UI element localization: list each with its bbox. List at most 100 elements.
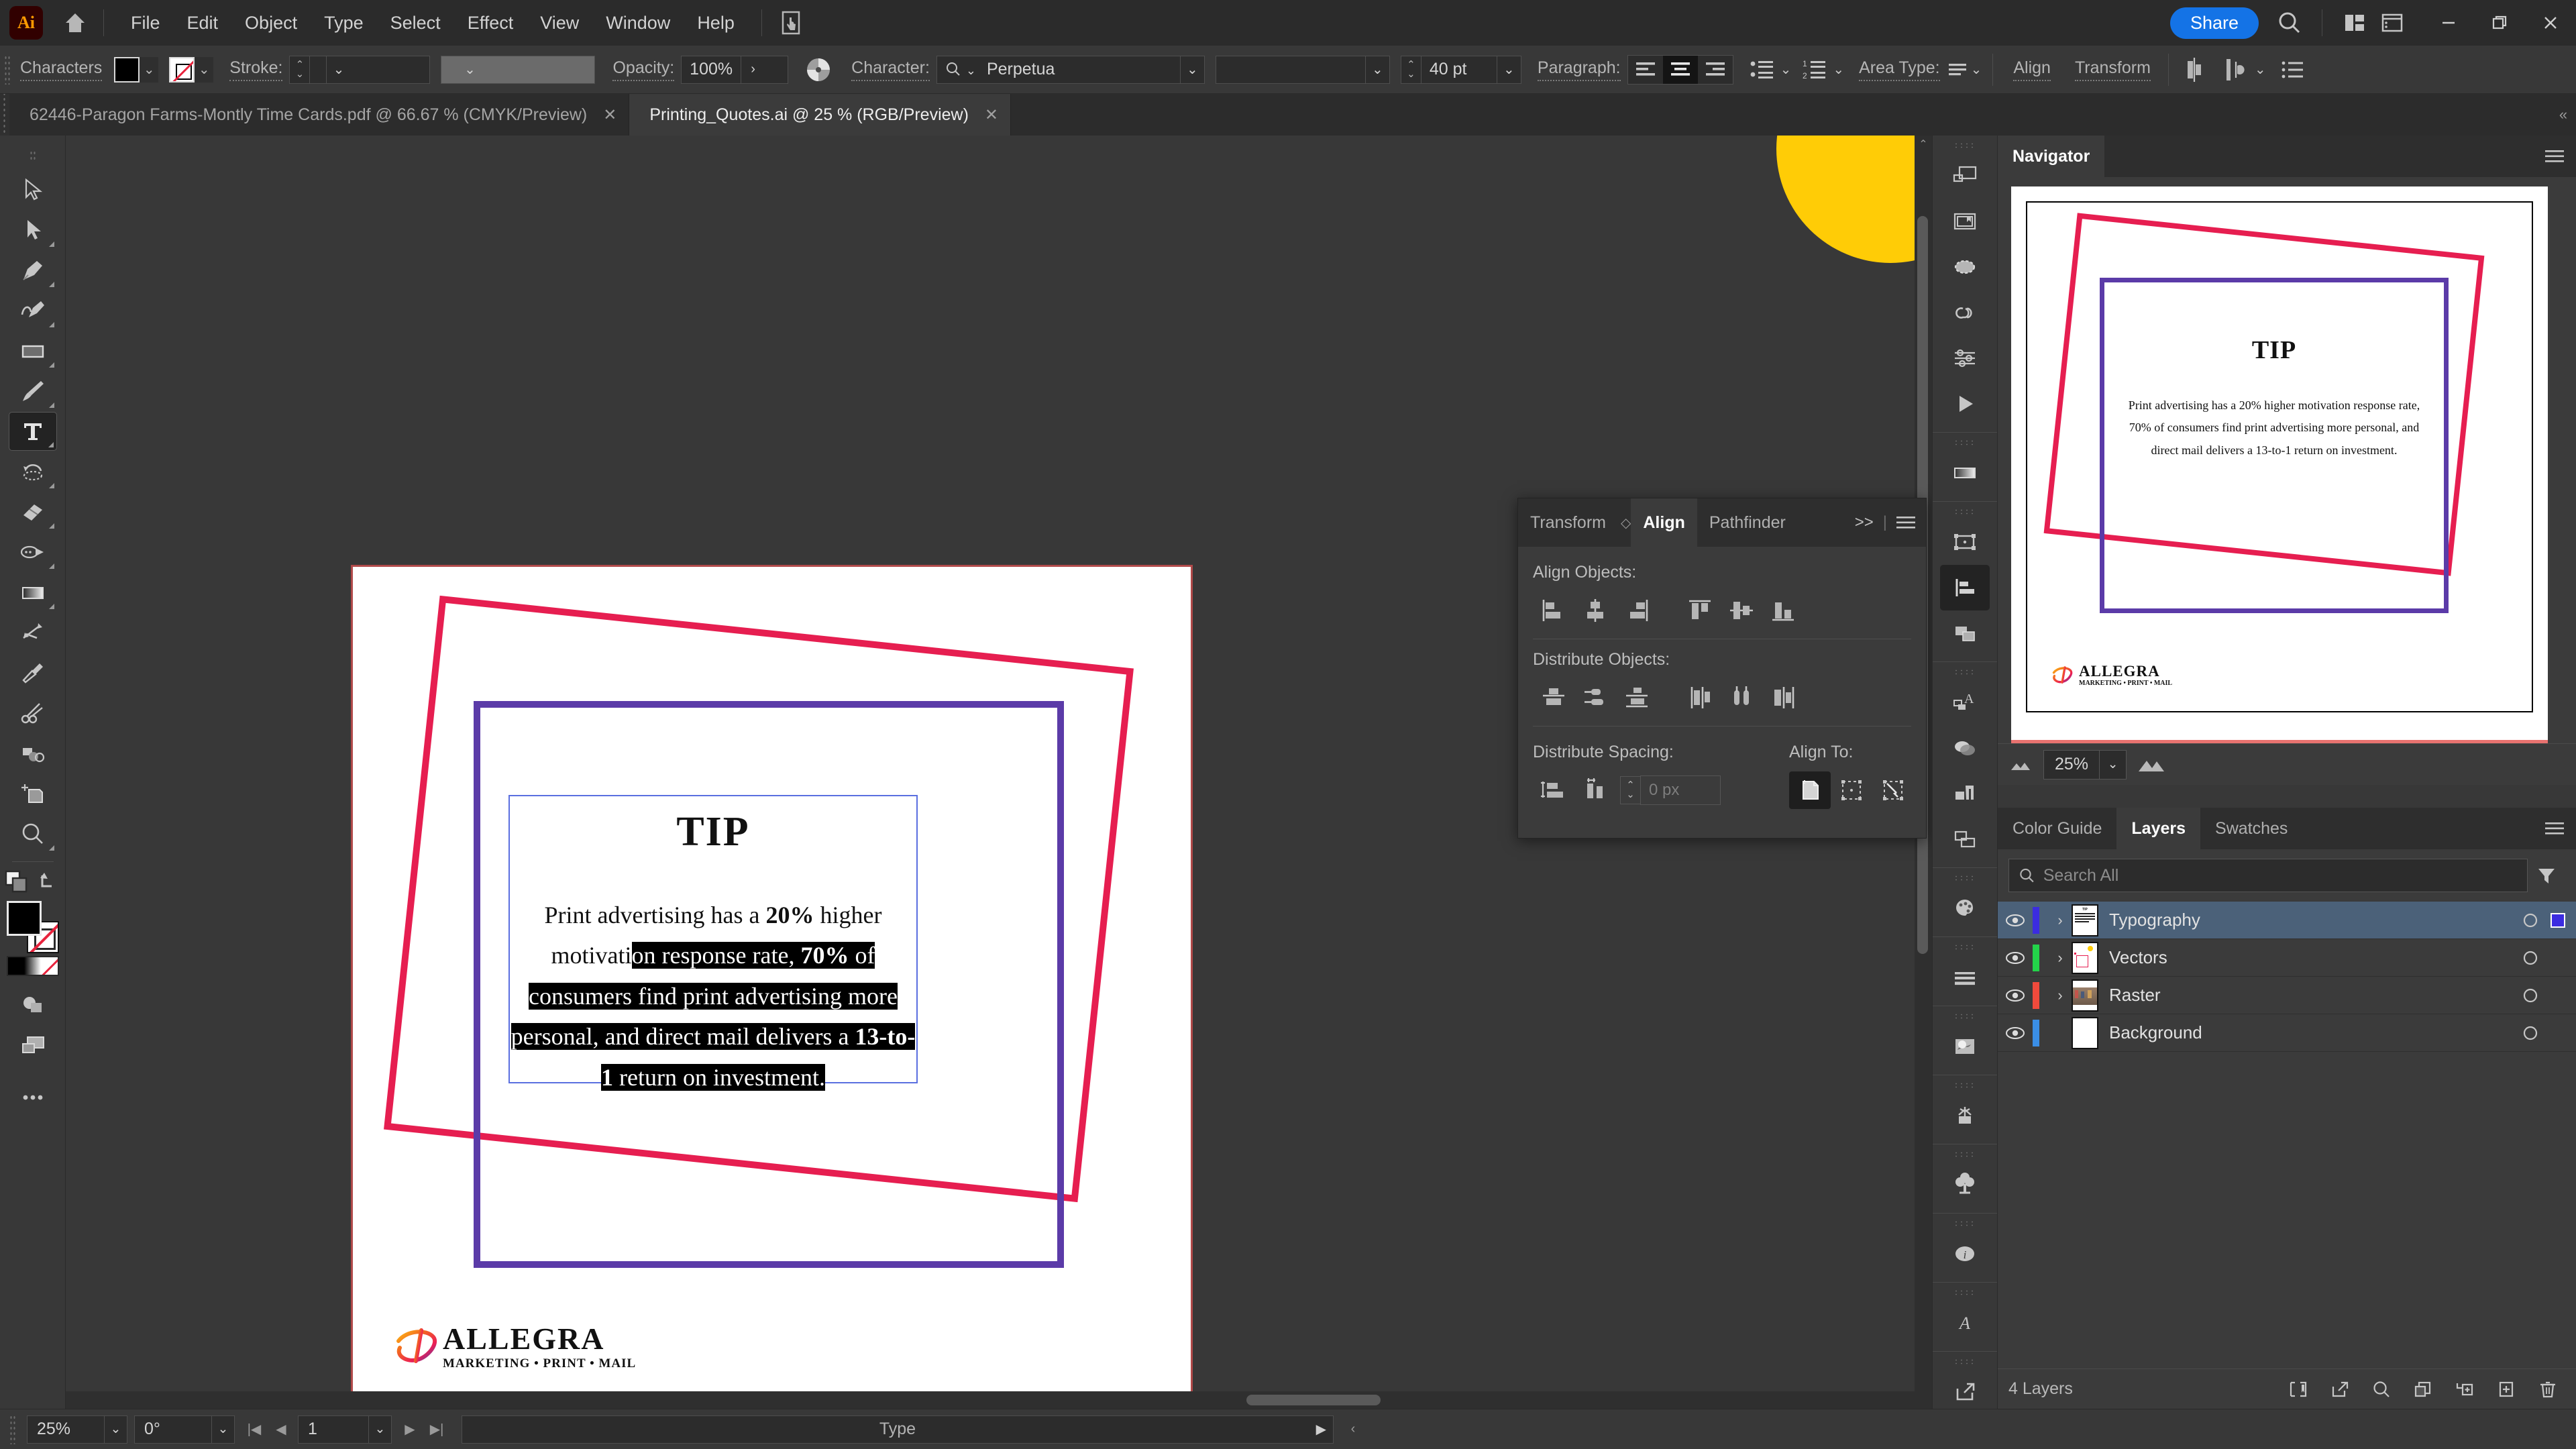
default-fill-stroke-icon[interactable] bbox=[3, 869, 30, 896]
layer-target-icon[interactable] bbox=[2510, 987, 2551, 1004]
libraries-icon[interactable] bbox=[1940, 199, 1990, 244]
dock-grip-7[interactable] bbox=[1953, 1013, 1976, 1020]
adjustments-icon[interactable] bbox=[1940, 335, 1990, 381]
transform-panel-link[interactable]: Transform bbox=[2074, 58, 2151, 81]
glyphs-icon[interactable]: A bbox=[1940, 1300, 1990, 1346]
panel-menu-icon[interactable] bbox=[1896, 515, 1915, 530]
appearance-icon[interactable] bbox=[1940, 244, 1990, 290]
drawing-mode-icon[interactable] bbox=[9, 985, 57, 1024]
layer-row-raster[interactable]: › Raster bbox=[1998, 977, 2576, 1014]
vertical-align-top-button[interactable] bbox=[1679, 592, 1721, 629]
layer-row-background[interactable]: Background bbox=[1998, 1014, 2576, 1052]
dock-grip-11[interactable] bbox=[1953, 1289, 1976, 1296]
distribute-objects-icon[interactable]: ⌄ bbox=[2221, 56, 2266, 83]
horizontal-distribute-left-button[interactable] bbox=[1679, 679, 1721, 716]
zoom-in-icon[interactable] bbox=[2136, 754, 2167, 775]
spacing-value-field[interactable]: 0 px bbox=[1640, 775, 1721, 805]
make-clipping-mask-icon[interactable] bbox=[2281, 1374, 2316, 1405]
menu-item-select[interactable]: Select bbox=[377, 9, 454, 38]
dock-grip-3[interactable] bbox=[1953, 508, 1976, 515]
expand-layer-chevron-icon[interactable]: › bbox=[2049, 987, 2072, 1004]
numbered-list-button[interactable]: 1 2 ⌄ bbox=[1802, 58, 1844, 81]
stroke-swatch-none[interactable] bbox=[169, 56, 195, 83]
share-button[interactable]: Share bbox=[2169, 7, 2259, 39]
align-to-key-object-button[interactable] bbox=[1872, 771, 1914, 809]
direct-selection-tool[interactable] bbox=[9, 211, 57, 250]
align-objects-icon[interactable] bbox=[2180, 56, 2209, 83]
workspace-switcher-icon[interactable] bbox=[2373, 4, 2411, 42]
search-icon[interactable] bbox=[2271, 4, 2308, 42]
fill-swatch[interactable] bbox=[114, 56, 140, 83]
minimize-button[interactable] bbox=[2423, 0, 2474, 46]
stroke-icon[interactable] bbox=[1940, 955, 1990, 1000]
align-left-button[interactable] bbox=[1628, 56, 1663, 84]
canvas-horizontal-scrollbar[interactable] bbox=[66, 1391, 1932, 1409]
tools-panel-grip[interactable] bbox=[29, 150, 36, 162]
delete-layer-icon[interactable] bbox=[2530, 1374, 2565, 1405]
align-panel-link[interactable]: Align bbox=[2013, 58, 2051, 81]
dock-grip-4[interactable] bbox=[1953, 669, 1976, 676]
tab-navigator[interactable]: Navigator bbox=[1998, 136, 2105, 177]
layer-name[interactable]: Raster bbox=[2109, 985, 2510, 1006]
tab-color-guide[interactable]: Color Guide bbox=[1998, 808, 2116, 849]
allegra-logo[interactable]: ALLEGRA MARKETING • PRINT • MAIL bbox=[394, 1324, 636, 1370]
bullet-chevron-down-icon[interactable]: ⌄ bbox=[1780, 61, 1792, 78]
menu-item-effect[interactable]: Effect bbox=[454, 9, 527, 38]
dock-grip-12[interactable] bbox=[1953, 1358, 1976, 1365]
width-tool[interactable] bbox=[9, 613, 57, 652]
image-trace-icon[interactable] bbox=[1940, 1024, 1990, 1069]
visibility-toggle-icon[interactable] bbox=[1998, 1025, 2033, 1041]
scroll-up-icon[interactable]: ⌃ bbox=[1915, 136, 1932, 153]
rotation-chevron-down-icon[interactable]: ⌄ bbox=[211, 1415, 234, 1443]
document-tab-paragon-farms[interactable]: 62446-Paragon Farms-Montly Time Cards.pd… bbox=[9, 94, 630, 136]
layer-target-icon[interactable] bbox=[2510, 1024, 2551, 1042]
fill-swatch-group[interactable]: ⌄ bbox=[114, 56, 159, 83]
layer-name[interactable]: Vectors bbox=[2109, 947, 2510, 968]
tab-align[interactable]: Align bbox=[1631, 498, 1697, 547]
artboard-number-field[interactable]: 1 ⌄ bbox=[298, 1415, 392, 1444]
curvature-tool[interactable] bbox=[9, 291, 57, 330]
font-style-chevron-down-icon[interactable]: ⌄ bbox=[1364, 56, 1389, 83]
maximize-button[interactable] bbox=[2474, 0, 2525, 46]
screen-mode-icon[interactable] bbox=[9, 1026, 57, 1065]
tab-layers[interactable]: Layers bbox=[2116, 808, 2201, 849]
menu-item-view[interactable]: View bbox=[527, 9, 592, 38]
zoom-level-field[interactable]: 25% ⌄ bbox=[27, 1415, 127, 1444]
layer-row-typography[interactable]: › TIP Typography bbox=[1998, 902, 2576, 939]
font-style-field[interactable]: ⌄ bbox=[1215, 55, 1390, 84]
color-mode-none[interactable] bbox=[40, 957, 58, 975]
transform-icon[interactable] bbox=[1940, 519, 1990, 565]
navigator-zoom-field[interactable]: 25% ⌄ bbox=[2043, 749, 2127, 780]
edit-toolbar-icon[interactable] bbox=[9, 1078, 57, 1117]
dock-grip-2[interactable] bbox=[1953, 439, 1976, 446]
numbered-chevron-down-icon[interactable]: ⌄ bbox=[1833, 61, 1844, 78]
shape-builder-tool[interactable] bbox=[9, 533, 57, 572]
fill-indicator-black[interactable] bbox=[6, 901, 42, 936]
close-icon[interactable]: ✕ bbox=[985, 105, 998, 125]
rotation-field[interactable]: 0° ⌄ bbox=[134, 1415, 235, 1444]
artboard[interactable]: TIP Print advertising has a 20% higher m… bbox=[351, 565, 1193, 1409]
font-family-field[interactable]: ⌄ Perpetua ⌄ bbox=[936, 55, 1205, 84]
menu-item-file[interactable]: File bbox=[117, 9, 174, 38]
transparency-icon[interactable] bbox=[1940, 725, 1990, 771]
color-mode-gradient[interactable] bbox=[24, 957, 41, 975]
navigator-zoom-chevron-down-icon[interactable]: ⌄ bbox=[2099, 750, 2126, 779]
properties-icon[interactable] bbox=[1940, 153, 1990, 199]
align-to-artboard-button[interactable] bbox=[1789, 771, 1831, 809]
stroke-profile-field[interactable]: ⌄ bbox=[441, 55, 596, 84]
layer-target-icon[interactable] bbox=[2510, 912, 2551, 929]
touch-gesture-icon[interactable] bbox=[775, 7, 806, 38]
navigator-panel-menu-icon[interactable] bbox=[2545, 136, 2576, 177]
vertical-align-bottom-button[interactable] bbox=[1762, 592, 1804, 629]
close-button[interactable] bbox=[2525, 0, 2576, 46]
vertical-distribute-bottom-button[interactable] bbox=[1616, 679, 1658, 716]
align-right-button[interactable] bbox=[1698, 56, 1733, 84]
selection-tool[interactable] bbox=[9, 170, 57, 209]
layer-name[interactable]: Typography bbox=[2109, 910, 2510, 930]
font-size-chevron-down-icon[interactable]: ⌄ bbox=[1496, 56, 1521, 83]
stroke-swatch-group[interactable]: ⌄ bbox=[169, 56, 214, 83]
bullet-list-button[interactable]: ⌄ bbox=[1750, 58, 1792, 81]
gradient-tool[interactable] bbox=[9, 573, 57, 612]
align-center-button[interactable] bbox=[1662, 55, 1698, 84]
next-artboard-button[interactable]: ▶ bbox=[397, 1415, 423, 1444]
